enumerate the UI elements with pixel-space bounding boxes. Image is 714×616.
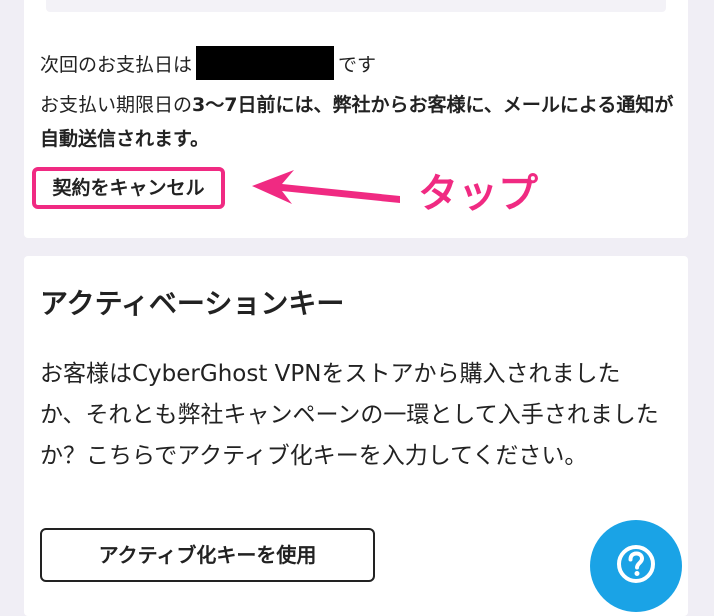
activation-description: お客様はCyberGhost VPNをストアから購入されましたか、それとも弊社キ… <box>40 361 659 469</box>
payment-notice: お支払い期限日の3〜7日前には、弊社からお客様に、メールによる通知が自動送信され… <box>40 88 676 156</box>
billing-card: 次回のお支払日は です お支払い期限日の3〜7日前には、弊社からお客様に、メールに… <box>24 0 688 238</box>
activation-card: アクティベーションキー お客様はCyberGhost VPNをストアから購入され… <box>24 256 688 616</box>
previous-section-edge <box>46 0 666 12</box>
next-payment-line: 次回のお支払日は です <box>40 46 376 80</box>
annotation-tap-label: タップ <box>418 171 538 217</box>
use-activation-key-button[interactable]: アクティブ化キーを使用 <box>40 528 375 582</box>
next-payment-prefix: 次回のお支払日は <box>40 54 193 76</box>
annotation-arrow-icon <box>252 170 400 204</box>
help-button[interactable] <box>590 520 682 612</box>
redacted-payment-date <box>196 46 335 80</box>
notice-prefix: お支払い期限日の <box>40 94 193 116</box>
question-mark-icon <box>617 545 655 583</box>
next-payment-suffix: です <box>338 54 377 76</box>
cancel-contract-button[interactable]: 契約をキャンセル <box>32 167 225 209</box>
activation-title: アクティベーションキー <box>40 287 345 320</box>
